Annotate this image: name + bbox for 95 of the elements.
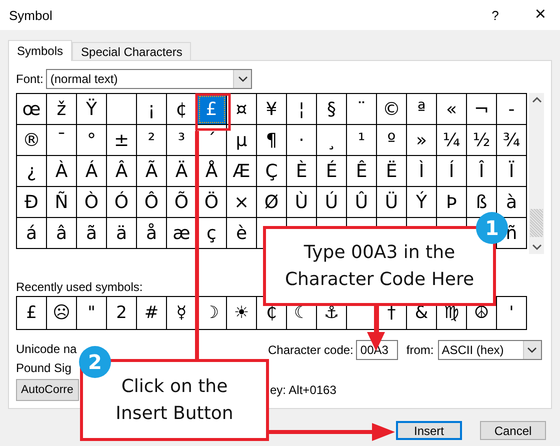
symbol-cell[interactable]: © [377,94,407,125]
symbol-cell[interactable]: - [497,94,527,125]
symbol-cell[interactable]: £ [197,94,227,125]
from-label: from: [406,343,434,357]
symbol-cell[interactable]: ¡ [137,94,167,125]
help-button[interactable]: ? [492,8,499,22]
callout-text: Type 00A3 in the Character Code Here [284,241,474,292]
insert-button[interactable]: Insert [396,421,462,440]
symbol-cell[interactable]: À [47,156,77,187]
symbol-cell[interactable]: â [47,218,77,249]
symbol-cell[interactable]: º [377,125,407,156]
close-button[interactable]: × [534,4,546,26]
symbol-cell[interactable]: " [77,297,107,330]
symbol-cell[interactable]: ' [497,297,527,330]
tab[interactable]: Special Characters [72,42,192,60]
symbol-cell[interactable]: ☀ [227,297,257,330]
symbol-cell[interactable]: œ [17,94,47,125]
symbol-cell[interactable]: # [137,297,167,330]
symbol-cell[interactable]: Ã [137,156,167,187]
symbol-cell[interactable]: Ú [317,187,347,218]
autocorrect-button[interactable]: AutoCorre [16,379,79,401]
symbol-cell[interactable]: £ [17,297,47,330]
scrollbar[interactable] [529,93,544,254]
symbol-cell[interactable]: 2 [107,297,137,330]
from-dropdown[interactable]: ASCII (hex) [438,340,542,360]
symbol-cell[interactable]: ã [77,218,107,249]
symbol-cell[interactable]: ¿ [17,156,47,187]
symbol-cell[interactable]: Ì [407,156,437,187]
symbol-cell[interactable]: » [407,125,437,156]
symbol-cell[interactable]: ä [107,218,137,249]
symbol-cell[interactable]: È [287,156,317,187]
symbol-cell[interactable]: è [227,218,257,249]
symbol-cell[interactable]: ¶ [257,125,287,156]
symbol-cell[interactable]: Ô [137,187,167,218]
symbol-cell[interactable]: Ñ [47,187,77,218]
symbol-cell[interactable]: Ø [257,187,287,218]
unicode-name-label: Unicode na [16,342,77,356]
symbol-cell[interactable]: ž [47,94,77,125]
tab[interactable]: Symbols [8,40,72,61]
symbol-cell[interactable]: ¸ [317,125,347,156]
symbol-cell[interactable]: Ó [107,187,137,218]
symbol-cell[interactable]: ¨ [347,94,377,125]
symbol-cell[interactable]: Ë [377,156,407,187]
symbol-cell[interactable]: É [317,156,347,187]
symbol-cell[interactable]: Ý [407,187,437,218]
symbol-cell[interactable]: ² [137,125,167,156]
symbol-cell[interactable]: Î [467,156,497,187]
symbol-cell[interactable]: « [437,94,467,125]
character-code-label: Character code: [268,343,354,357]
font-label: Font: [16,72,44,86]
callout-text: Click on the Insert Button [116,375,234,426]
scrollbar-thumb[interactable] [530,209,543,237]
symbol-cell[interactable]: ¼ [437,125,467,156]
symbol-cell[interactable]: ¢ [167,94,197,125]
symbol-cell[interactable]: Æ [227,156,257,187]
cancel-button[interactable]: Cancel [480,421,546,440]
symbol-cell[interactable]: ¯ [47,125,77,156]
symbol-cell[interactable]: á [17,218,47,249]
recent-symbols-label: Recently used symbols: [16,280,144,294]
symbol-cell[interactable]: ¦ [287,94,317,125]
symbol-cell[interactable]: Ü [377,187,407,218]
symbol-cell[interactable]: Þ [437,187,467,218]
shortcut-key-text: ey: Alt+0163 [270,383,336,397]
font-dropdown[interactable]: (normal text) [46,69,252,89]
symbol-cell[interactable]: ± [107,125,137,156]
symbol-cell[interactable]: Ï [497,156,527,187]
unicode-name-value: Pound Sig [16,361,72,375]
symbol-cell[interactable]: § [317,94,347,125]
symbol-cell[interactable]: ¾ [497,125,527,156]
dialog-title: Symbol [9,8,54,22]
symbol-cell[interactable]: Á [77,156,107,187]
symbol-cell[interactable]: ª [407,94,437,125]
symbol-cell[interactable]: ® [17,125,47,156]
symbol-cell[interactable]: Ê [347,156,377,187]
symbol-cell[interactable]: ¬ [467,94,497,125]
symbol-cell[interactable]: ½ [467,125,497,156]
symbol-cell[interactable]: å [137,218,167,249]
symbol-cell[interactable]: Ç [257,156,287,187]
symbol-cell[interactable]: · [287,125,317,156]
symbol-cell[interactable]: × [227,187,257,218]
symbol-cell[interactable]: Ù [287,187,317,218]
symbol-cell[interactable]: Ÿ [77,94,107,125]
symbol-cell[interactable]: Û [347,187,377,218]
symbol-cell[interactable] [107,94,137,125]
symbol-cell[interactable]: ¹ [347,125,377,156]
symbol-cell[interactable]: Ð [17,187,47,218]
highlight-frame [195,93,231,131]
symbol-cell[interactable]: ° [77,125,107,156]
symbol-cell[interactable]: µ [227,125,257,156]
symbol-cell[interactable]: ☹ [47,297,77,330]
symbol-cell[interactable]: Ò [77,187,107,218]
symbol-cell[interactable]: ¥ [257,94,287,125]
symbol-cell[interactable]: Â [107,156,137,187]
symbol-cell[interactable]: Í [437,156,467,187]
symbol-cell[interactable]: ¤ [227,94,257,125]
